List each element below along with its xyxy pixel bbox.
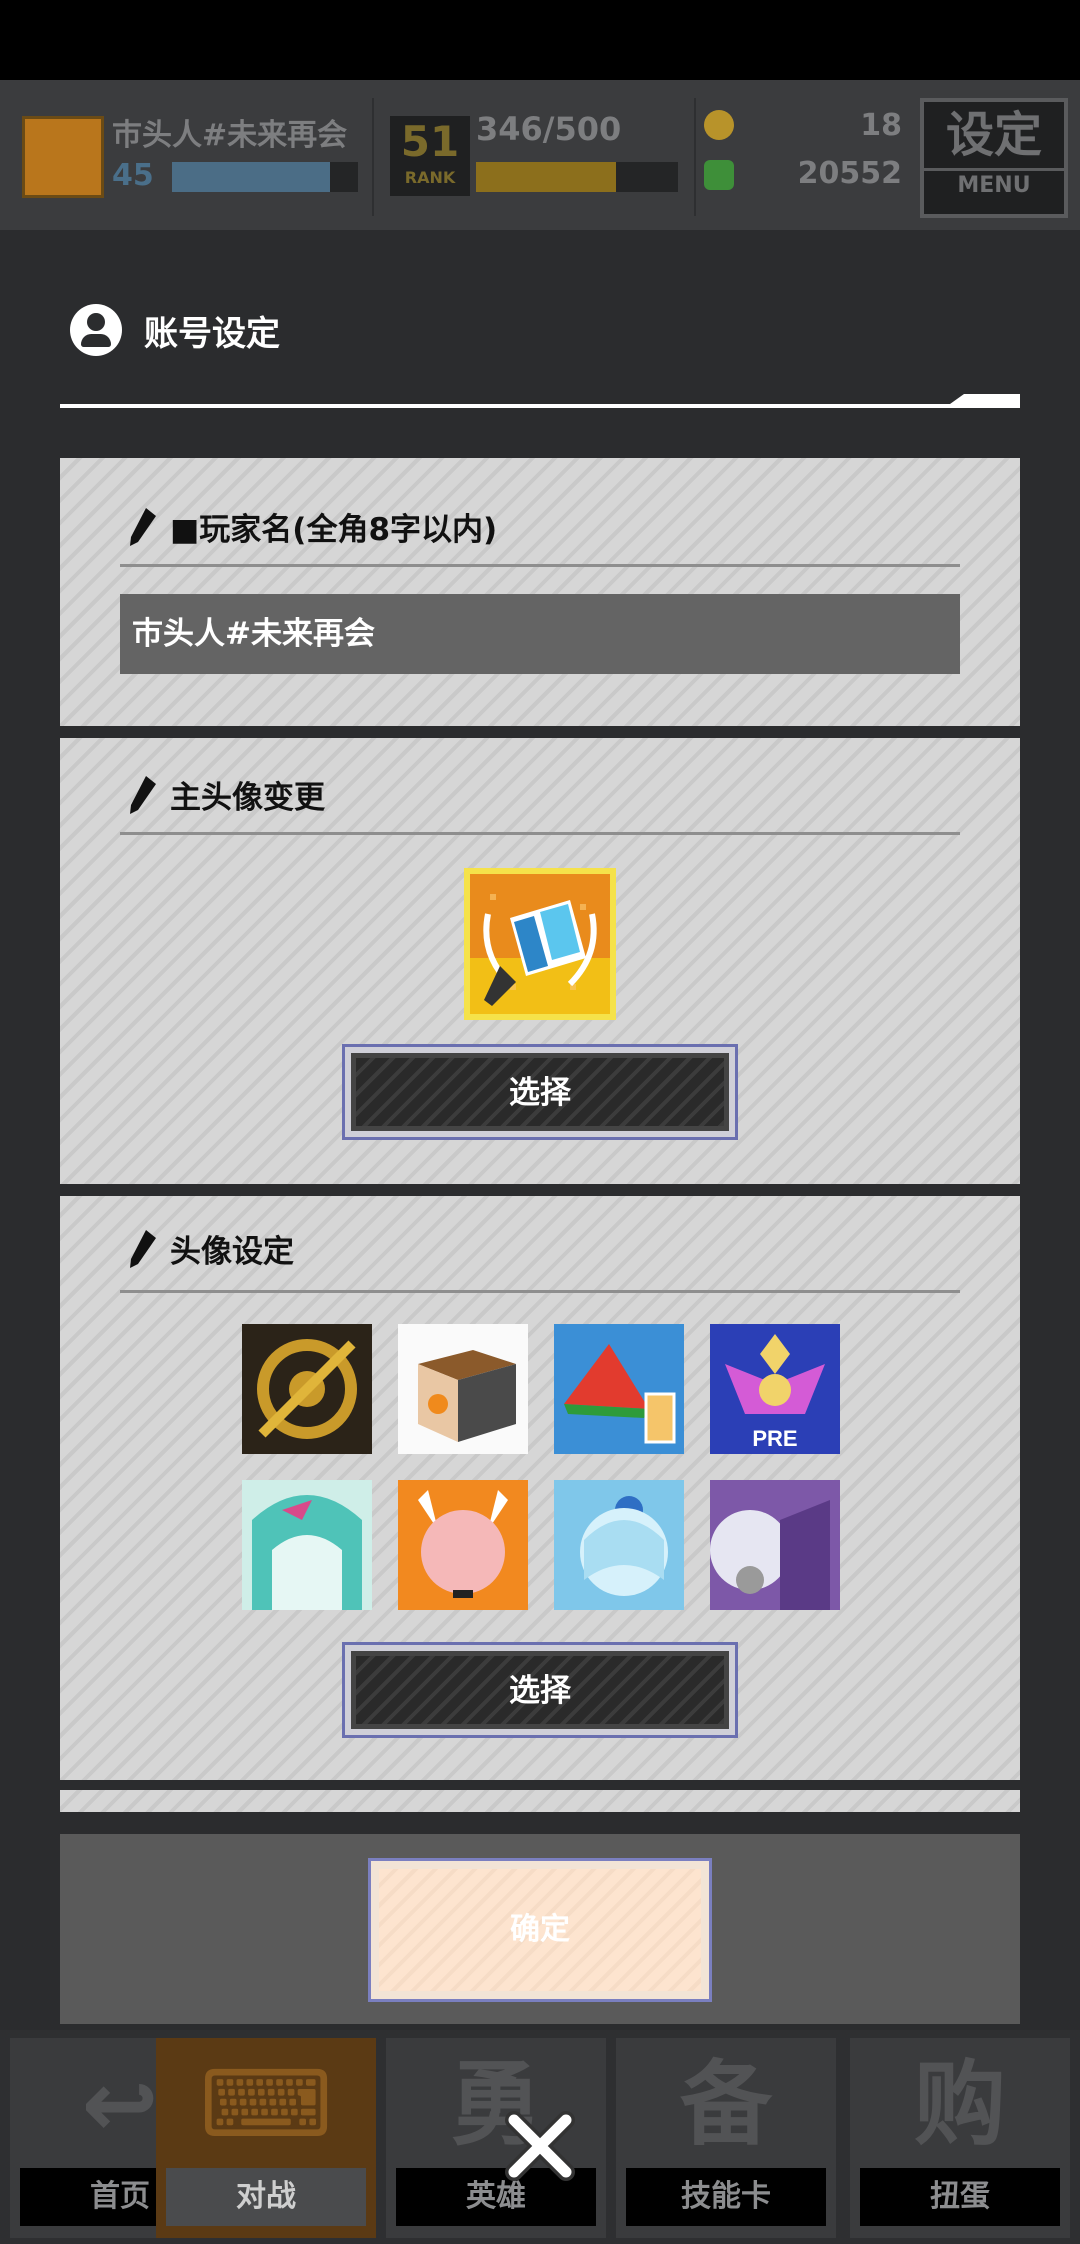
- pencil-icon: [130, 507, 156, 546]
- confirm-button[interactable]: 确定: [368, 1858, 712, 2002]
- pre-text: PRE: [752, 1426, 797, 1451]
- rank-badge: 51 RANK: [390, 116, 470, 196]
- confirm-label: 确定: [379, 1869, 701, 1991]
- rank-label: RANK: [404, 168, 456, 187]
- settings-menu-button[interactable]: 设定 MENU: [920, 98, 1068, 218]
- level-progress-bar: [172, 162, 358, 192]
- section-divider: [120, 832, 960, 835]
- next-panel-edge: [60, 1790, 1020, 1812]
- level-progress-fill: [172, 162, 331, 192]
- fox-girl-icon[interactable]: [398, 1480, 528, 1610]
- currency-gem-amount: 20552: [797, 156, 902, 191]
- settings-label: 设定: [945, 107, 1042, 163]
- user-icon: [70, 304, 122, 356]
- paint-brush-icon: [470, 874, 610, 1014]
- section-divider: [120, 1290, 960, 1293]
- pre-crest-icon[interactable]: PRE: [710, 1324, 840, 1454]
- main-avatar-image: [464, 868, 616, 1020]
- header-divider: [60, 404, 1020, 408]
- section-divider: [120, 564, 960, 567]
- gamepad-icon: ⌨: [199, 2051, 333, 2158]
- miku-icon[interactable]: [242, 1480, 372, 1610]
- gear-emblem-icon[interactable]: [242, 1324, 372, 1454]
- avatar-settings-panel: 头像设定 PRE 选择: [60, 1196, 1020, 1780]
- gacha-icon: 购: [913, 2051, 1006, 2158]
- player-name-input[interactable]: 巿头人#未来再会: [120, 594, 960, 674]
- main-avatar-panel: 主头像变更 选择: [60, 738, 1020, 1184]
- select-label: 选择: [351, 1053, 729, 1131]
- exp-text: 346/500: [476, 110, 622, 148]
- nav-battle[interactable]: ⌨ 对战: [156, 2038, 376, 2238]
- main-avatar-section-title: 主头像变更: [128, 772, 325, 817]
- nav-skill-card-label: 技能卡: [626, 2168, 826, 2226]
- currency-coin-amount: 18: [860, 108, 902, 143]
- player-avatar: [22, 116, 104, 198]
- nav-gacha-label: 扭蛋: [860, 2168, 1060, 2226]
- gem-icon: [704, 160, 734, 190]
- status-bar: [0, 0, 1080, 80]
- rank-number: 51: [400, 117, 460, 166]
- pencil-icon: [130, 1229, 156, 1268]
- blue-hair-girl-icon[interactable]: [554, 1480, 684, 1610]
- coin-icon: [704, 110, 734, 140]
- nav-gacha[interactable]: 购 扭蛋: [850, 2038, 1070, 2238]
- player-name-section-title: ■玩家名(全角8字以内): [128, 504, 497, 549]
- skill-card-icon: 备: [679, 2051, 772, 2158]
- top-hud: 巿头人#未来再会 45 51 RANK 346/500 18 20552 设定 …: [0, 80, 1080, 230]
- modal-header: 账号设定: [70, 300, 280, 360]
- watermelon-drink-icon[interactable]: [554, 1324, 684, 1454]
- close-icon[interactable]: [500, 2106, 580, 2186]
- select-label: 选择: [351, 1651, 729, 1729]
- player-name-panel: ■玩家名(全角8字以内) 巿头人#未来再会: [60, 458, 1020, 726]
- settings-sub-label: MENU: [924, 168, 1064, 201]
- exp-progress-fill: [476, 162, 616, 192]
- purple-hair-girl-icon[interactable]: [710, 1480, 840, 1610]
- main-avatar-select-button[interactable]: 选择: [342, 1044, 738, 1140]
- pencil-icon: [130, 775, 156, 814]
- exp-progress-bar: [476, 162, 678, 192]
- avatar-settings-section-title: 头像设定: [128, 1226, 294, 1271]
- avatar-set-select-button[interactable]: 选择: [342, 1642, 738, 1738]
- nav-skill-card[interactable]: 备 技能卡: [616, 2038, 836, 2238]
- confirm-area: 确定: [60, 1834, 1020, 2024]
- nav-battle-label: 对战: [166, 2168, 366, 2226]
- orange-box-icon[interactable]: [398, 1324, 528, 1454]
- player-level: 45: [112, 158, 154, 193]
- modal-title: 账号设定: [144, 313, 280, 354]
- player-name: 巿头人#未来再会: [112, 118, 348, 153]
